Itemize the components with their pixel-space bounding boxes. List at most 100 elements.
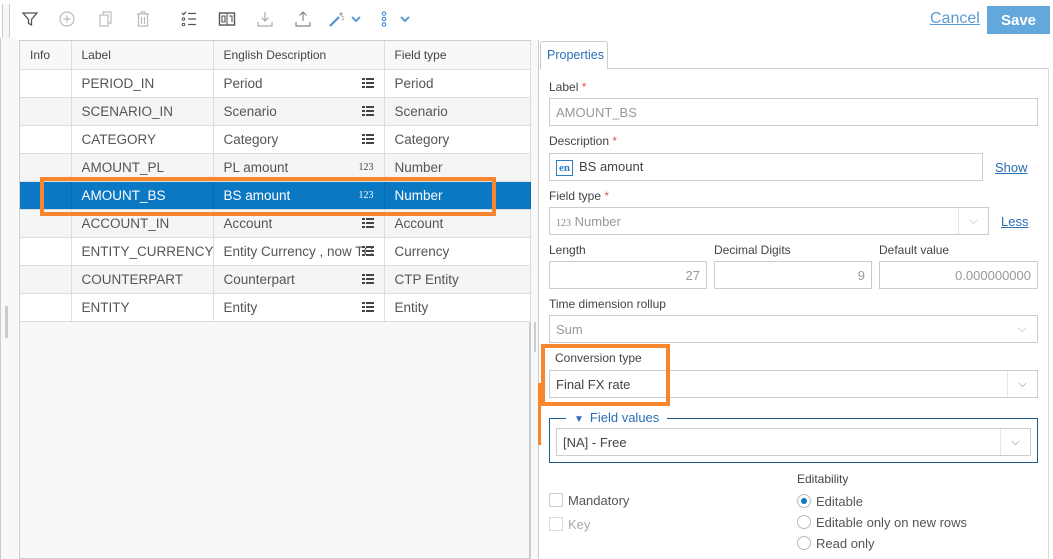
- magic-wand-icon[interactable]: [326, 8, 348, 30]
- download-icon[interactable]: [254, 8, 276, 30]
- splitter-handle[interactable]: [534, 322, 536, 352]
- language-en-icon[interactable]: en: [556, 160, 573, 176]
- show-link[interactable]: Show: [995, 160, 1028, 175]
- description-cell[interactable]: Counterpart: [213, 265, 385, 294]
- field-type-cell[interactable]: Number: [384, 153, 531, 182]
- chevron-down-icon[interactable]: ⌵: [1000, 429, 1030, 455]
- field-type-cell[interactable]: Entity: [384, 293, 531, 322]
- table-row[interactable]: SCENARIO_IN Scenario Scenario: [20, 97, 531, 126]
- field-type-cell[interactable]: Account: [384, 209, 531, 238]
- table-row[interactable]: AMOUNT_PL PL amount 123 Number: [20, 153, 531, 182]
- field-type-cell[interactable]: Period: [384, 69, 531, 98]
- chevron-down-icon[interactable]: ⌵: [958, 208, 988, 234]
- left-drag-handle[interactable]: [5, 306, 8, 338]
- default-value-input[interactable]: 0.000000000: [879, 261, 1038, 289]
- table-row[interactable]: COUNTERPART Counterpart CTP Entity: [20, 265, 531, 294]
- table-row[interactable]: ENTITY_CURRENCY_IN Entity Currency , now …: [20, 237, 531, 266]
- label-cell[interactable]: SCENARIO_IN: [71, 97, 214, 126]
- info-cell[interactable]: [20, 69, 72, 98]
- column-header-label[interactable]: Label: [71, 41, 214, 70]
- field-type-title-text: Field type: [549, 189, 602, 203]
- radio-editable-new-rows[interactable]: [797, 515, 811, 529]
- cancel-link[interactable]: Cancel: [930, 10, 980, 28]
- label-cell[interactable]: COUNTERPART: [71, 265, 214, 294]
- key-checkbox[interactable]: [549, 517, 563, 531]
- label-cell[interactable]: ACCOUNT_IN: [71, 209, 214, 238]
- time-rollup-select[interactable]: Sum ⌵: [549, 315, 1038, 343]
- save-button[interactable]: Save: [987, 6, 1050, 34]
- delete-icon[interactable]: [132, 8, 154, 30]
- column-header-info[interactable]: Info: [20, 41, 72, 70]
- description-cell[interactable]: BS amount 123: [213, 181, 385, 210]
- mandatory-label[interactable]: Mandatory: [568, 493, 629, 508]
- chevron-down-icon[interactable]: ⌵: [1007, 316, 1037, 342]
- field-type-cell[interactable]: Scenario: [384, 97, 531, 126]
- info-cell[interactable]: [20, 237, 72, 266]
- table-row[interactable]: ACCOUNT_IN Account Account: [20, 209, 531, 238]
- label-cell[interactable]: CATEGORY: [71, 125, 214, 154]
- panel-splitter[interactable]: [531, 40, 541, 559]
- collapse-triangle-icon[interactable]: ▼: [574, 414, 584, 425]
- tab-properties[interactable]: Properties: [540, 41, 608, 69]
- more-options-icon[interactable]: [375, 8, 393, 30]
- description-cell[interactable]: Period: [213, 69, 385, 98]
- column-header-field-type[interactable]: Field type: [384, 41, 531, 70]
- info-cell[interactable]: [20, 265, 72, 294]
- description-cell[interactable]: Entity: [213, 293, 385, 322]
- field-type-cell[interactable]: Currency: [384, 237, 531, 266]
- column-header-description[interactable]: English Description: [213, 41, 385, 70]
- field-type-select[interactable]: 123 Number ⌵: [549, 207, 989, 235]
- description-cell[interactable]: Category: [213, 125, 385, 154]
- description-cell[interactable]: Scenario: [213, 97, 385, 126]
- radio-editable[interactable]: [797, 494, 811, 508]
- description-cell[interactable]: Entity Currency , now TC: [213, 237, 385, 266]
- info-cell[interactable]: [20, 97, 72, 126]
- label-cell[interactable]: ENTITY_CURRENCY_IN: [71, 237, 214, 266]
- label-cell[interactable]: AMOUNT_BS: [71, 181, 214, 210]
- field-type-cell[interactable]: Number: [384, 181, 531, 210]
- description-cell[interactable]: PL amount 123: [213, 153, 385, 182]
- description-cell[interactable]: Account: [213, 209, 385, 238]
- left-collapse-bar[interactable]: [0, 38, 18, 559]
- length-input[interactable]: 27: [549, 261, 707, 289]
- more-options-dropdown-icon[interactable]: [396, 8, 414, 30]
- description-text: PL amount: [223, 159, 289, 175]
- table-row[interactable]: AMOUNT_BS BS amount 123 Number: [20, 181, 531, 210]
- radio-read-only-label[interactable]: Read only: [816, 536, 875, 551]
- magic-wand-dropdown-icon[interactable]: [347, 8, 365, 30]
- label-cell[interactable]: PERIOD_IN: [71, 69, 214, 98]
- add-icon[interactable]: [56, 8, 78, 30]
- radio-editable-label[interactable]: Editable: [816, 494, 863, 509]
- table-row[interactable]: CATEGORY Category Category: [20, 125, 531, 154]
- description-input[interactable]: en BS amount: [549, 153, 983, 181]
- decimal-digits-input[interactable]: 9: [714, 261, 872, 289]
- key-label[interactable]: Key: [568, 517, 590, 532]
- mandatory-checkbox[interactable]: [549, 493, 563, 507]
- table-row[interactable]: PERIOD_IN Period Period: [20, 69, 531, 98]
- layout-icon[interactable]: [216, 8, 238, 30]
- description-text: Entity: [223, 299, 258, 315]
- label-cell[interactable]: AMOUNT_PL: [71, 153, 214, 182]
- info-cell[interactable]: [20, 293, 72, 322]
- field-values-legend[interactable]: ▼ Field values: [566, 410, 668, 425]
- table-row[interactable]: ENTITY Entity Entity: [20, 293, 531, 322]
- chevron-down-icon[interactable]: ⌵: [1007, 371, 1037, 397]
- upload-icon[interactable]: [292, 8, 314, 30]
- info-cell[interactable]: [20, 153, 72, 182]
- info-cell[interactable]: [20, 209, 72, 238]
- radio-read-only[interactable]: [797, 536, 811, 550]
- conversion-type-select[interactable]: Final FX rate ⌵: [549, 370, 1038, 398]
- info-cell[interactable]: [20, 125, 72, 154]
- checklist-icon[interactable]: [178, 8, 200, 30]
- radio-editable-new-rows-label[interactable]: Editable only on new rows: [816, 515, 967, 530]
- field-type-cell[interactable]: CTP Entity: [384, 265, 531, 294]
- label-cell[interactable]: ENTITY: [71, 293, 214, 322]
- table-header: Info Label English Description Field typ…: [20, 41, 531, 70]
- less-link[interactable]: Less: [1001, 214, 1028, 229]
- field-type-cell[interactable]: Category: [384, 125, 531, 154]
- label-input[interactable]: AMOUNT_BS: [549, 98, 1038, 126]
- filter-icon[interactable]: [19, 8, 41, 30]
- copy-icon[interactable]: [94, 8, 116, 30]
- field-values-select[interactable]: [NA] - Free ⌵: [556, 428, 1031, 456]
- info-cell[interactable]: [20, 181, 72, 210]
